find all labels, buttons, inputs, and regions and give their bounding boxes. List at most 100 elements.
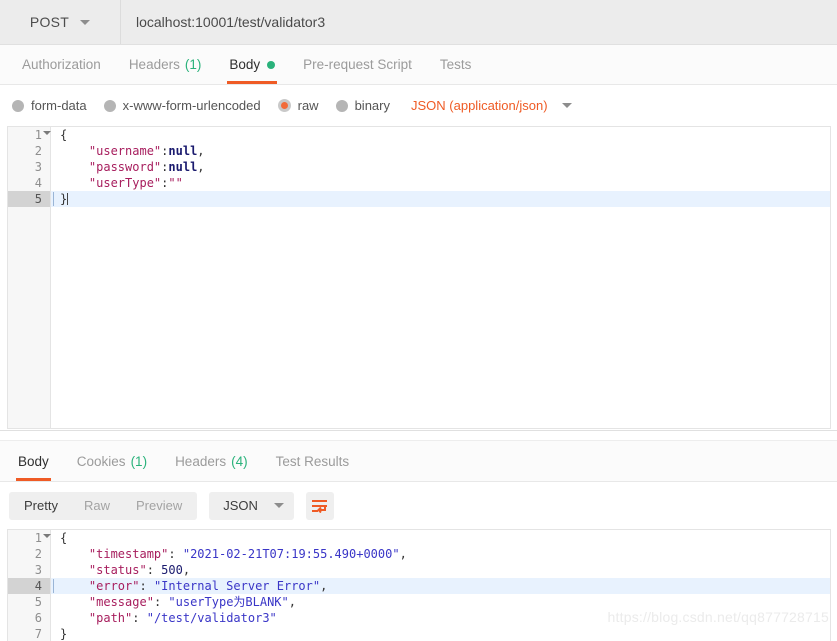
code-line: "timestamp": "2021-02-21T07:19:55.490+00… (51, 546, 830, 562)
body-type-label: binary (354, 98, 390, 113)
request-editor-code[interactable]: { "username":null, "password":null, "use… (51, 127, 830, 428)
http-method-label: POST (29, 14, 70, 30)
code-token: : (139, 579, 154, 593)
code-line: "error": "Internal Server Error", (51, 578, 830, 594)
response-tab-headers[interactable]: Headers (4) (161, 441, 262, 481)
radio-icon (12, 99, 24, 112)
code-line: "userType":"" (51, 175, 830, 191)
request-tab-headers[interactable]: Headers (1) (115, 45, 216, 84)
body-type-label: raw (297, 98, 319, 113)
code-token: "username" (88, 144, 162, 158)
response-tab-test-results[interactable]: Test Results (262, 441, 364, 481)
code-token: } (60, 192, 68, 206)
code-token: null (168, 160, 198, 174)
request-editor-gutter: 12 3 45 (8, 127, 51, 428)
response-view-raw[interactable]: Raw (71, 494, 123, 518)
response-panel-divider[interactable] (0, 430, 837, 441)
request-tab-tests[interactable]: Tests (426, 45, 486, 84)
line-number: 3 (34, 563, 42, 577)
code-token: null (168, 144, 198, 158)
code-token: "message" (88, 595, 154, 609)
tab-count-badge: (1) (130, 453, 148, 469)
code-token: , (320, 579, 328, 593)
code-line: "password":null, (51, 159, 830, 175)
chevron-down-icon (273, 503, 284, 508)
tab-count-badge: (4) (231, 453, 248, 469)
line-number: 3 (34, 160, 42, 174)
code-token: "userType" (88, 176, 162, 190)
code-line: { (51, 127, 830, 143)
line-number: 4 (34, 176, 42, 190)
response-tab-body[interactable]: Body (4, 441, 63, 481)
response-view-preview[interactable]: Preview (123, 494, 195, 518)
url-input[interactable]: localhost:10001/test/validator3 (122, 0, 837, 44)
radio-icon (103, 99, 116, 112)
line-number: 2 (34, 547, 42, 561)
fold-caret-icon[interactable] (43, 131, 51, 135)
line-number: 5 (8, 191, 50, 207)
body-type-form-data[interactable]: form-data (12, 98, 87, 113)
code-token: , (288, 595, 296, 609)
code-token: { (60, 531, 68, 545)
request-tab-authorization[interactable]: Authorization (8, 45, 115, 84)
body-type-binary[interactable]: binary (335, 98, 390, 113)
tab-label: Headers (175, 453, 227, 469)
fold-caret-icon[interactable] (43, 534, 51, 538)
code-token: "" (168, 176, 183, 190)
body-type-x-www-form-urlencoded[interactable]: x-www-form-urlencoded (103, 98, 261, 113)
content-type-selector[interactable]: JSON (application/json) (411, 98, 572, 113)
tab-label: Authorization (22, 57, 101, 72)
tab-label: Test Results (275, 453, 350, 469)
tab-label: Body (229, 57, 261, 72)
code-token: "2021-02-21T07:19:55.490+0000" (182, 547, 400, 561)
code-line: } (51, 191, 830, 207)
response-toolbar: Pretty Raw Preview JSON (0, 483, 837, 528)
line-number: 6 (34, 611, 42, 625)
code-line: } (51, 626, 830, 641)
request-tab-body[interactable]: Body (215, 45, 289, 84)
code-line: "username":null, (51, 143, 830, 159)
tab-label: Cookies (76, 453, 126, 469)
response-format-selector[interactable]: JSON (209, 491, 294, 520)
code-token: "userType为BLANK" (168, 595, 289, 609)
chevron-down-icon (80, 19, 91, 25)
request-tab-bar: Authorization Headers (1) Body Pre-request S… (0, 45, 837, 85)
code-token: : (146, 563, 162, 577)
code-line: "message": "userType为BLANK", (51, 594, 830, 610)
code-token: : (153, 595, 169, 609)
radio-icon (277, 99, 291, 112)
body-type-row: form-data x-www-form-urlencoded raw binary … (0, 86, 837, 125)
code-token: "status" (88, 563, 147, 577)
http-method-selector[interactable]: POST (0, 0, 121, 44)
line-number: 5 (34, 595, 42, 609)
code-line: "status": 500, (51, 562, 830, 578)
code-token: "Internal Server Error" (153, 579, 321, 593)
response-tab-cookies[interactable]: Cookies (1) (63, 441, 161, 481)
response-tab-bar: Body Cookies (1) Headers (4) Test Results (0, 441, 837, 482)
word-wrap-button[interactable] (305, 491, 334, 520)
code-token: , (197, 144, 205, 158)
tab-label: Tests (439, 57, 472, 72)
word-wrap-icon (311, 499, 327, 513)
body-type-raw[interactable]: raw (277, 98, 319, 113)
code-line: { (51, 530, 830, 546)
response-format-label: JSON (223, 498, 258, 513)
code-token: : (132, 611, 147, 625)
line-number: 1 (8, 127, 51, 143)
request-tab-pre-request-script[interactable]: Pre-request Script (289, 45, 426, 84)
radio-icon (335, 99, 348, 112)
line-number: 4 (8, 578, 50, 594)
response-view-pretty[interactable]: Pretty (11, 494, 71, 518)
request-body-editor[interactable]: 12 3 45 { "username":null, "password":null… (7, 126, 831, 429)
code-token: "timestamp" (88, 547, 169, 561)
response-view-toggle: Pretty Raw Preview (9, 491, 198, 520)
code-token: 500 (161, 563, 183, 577)
request-url-bar: POST localhost:10001/test/validator3 (0, 0, 837, 45)
code-token: } (60, 627, 68, 641)
code-token: , (182, 563, 191, 577)
content-type-label: JSON (application/json) (411, 98, 548, 113)
